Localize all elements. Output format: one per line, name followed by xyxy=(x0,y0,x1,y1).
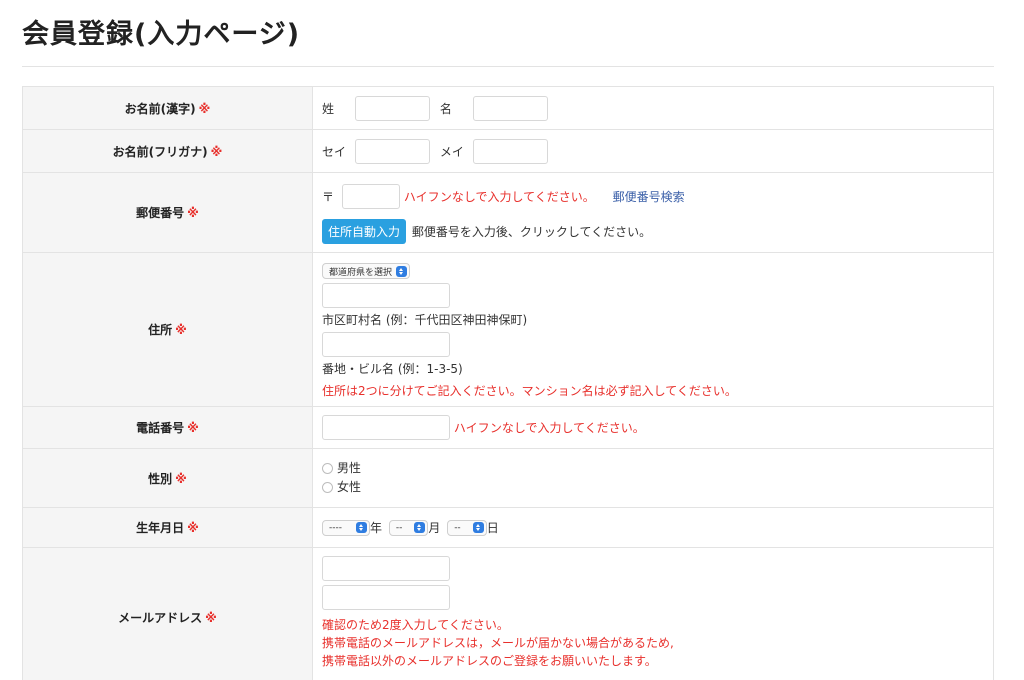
required-mark: ※ xyxy=(187,421,199,435)
gender-male-label: 男性 xyxy=(337,461,362,475)
row-label-name-kana: お名前(フリガナ) ※ xyxy=(22,129,313,173)
last-name-kana-label: セイ xyxy=(322,144,347,159)
birth-day-value: -- xyxy=(454,522,461,533)
select-arrows-icon xyxy=(472,522,484,533)
postal-prefix: 〒 xyxy=(322,189,335,204)
label-text: 生年月日 xyxy=(136,521,185,535)
row-phone: 電話番号 ※ ハイフンなしで入力してください。 xyxy=(22,406,994,449)
row-label-postal: 郵便番号 ※ xyxy=(22,172,313,253)
first-name-label: 名 xyxy=(439,101,452,116)
last-name-kana-input[interactable] xyxy=(355,138,430,164)
label-text: 住所 xyxy=(148,323,173,337)
required-mark: ※ xyxy=(187,521,199,535)
label-text: メールアドレス xyxy=(118,611,203,625)
last-name-input[interactable] xyxy=(355,95,430,121)
email-note-3: 携帯電話以外のメールアドレスのご登録をお願いいたします。 xyxy=(322,654,657,668)
birth-year-value: ---- xyxy=(329,522,342,533)
city-hint: 市区町村名 (例：千代田区神田神保町) xyxy=(322,313,528,327)
row-gender: 性別 ※ 男性 女性 xyxy=(22,448,994,508)
title-divider xyxy=(22,66,994,67)
row-label-birthdate: 生年月日 ※ xyxy=(22,507,313,548)
street-input[interactable] xyxy=(322,332,450,357)
birth-month-value: -- xyxy=(395,522,403,533)
required-mark: ※ xyxy=(187,206,199,220)
row-birthdate: 生年月日 ※ ---- 年 -- 月 -- 日 xyxy=(22,507,994,548)
gender-male-radio[interactable] xyxy=(322,463,333,474)
first-name-input[interactable] xyxy=(472,95,548,121)
year-unit: 年 xyxy=(370,521,383,535)
select-arrows-icon xyxy=(414,522,426,533)
gender-female-label: 女性 xyxy=(337,480,362,494)
registration-form-table: お名前(漢字) ※ 姓 名 お名前(フリガナ) ※ セイ メイ 郵便番号 ※ 〒 ハイ… xyxy=(22,86,994,680)
birth-month-select[interactable]: -- xyxy=(388,519,429,536)
email-note-1: 確認のため2度入力してください。 xyxy=(322,618,509,632)
row-label-gender: 性別 ※ xyxy=(22,448,313,508)
city-input[interactable] xyxy=(322,283,450,308)
email-confirm-input[interactable] xyxy=(322,585,450,610)
label-text: 郵便番号 xyxy=(136,206,185,220)
row-label-email: メールアドレス ※ xyxy=(22,547,313,680)
postal-search-link[interactable]: 郵便番号検索 xyxy=(613,184,685,210)
birth-day-select[interactable]: -- xyxy=(447,519,487,536)
prefecture-select[interactable]: 都道府県を選択 xyxy=(322,263,411,279)
required-mark: ※ xyxy=(210,144,223,159)
row-label-phone: 電話番号 ※ xyxy=(22,406,313,449)
label-text: お名前(漢字) xyxy=(124,101,196,116)
select-arrows-icon xyxy=(356,522,367,533)
row-name-kanji: お名前(漢字) ※ 姓 名 xyxy=(22,86,994,130)
select-arrows-icon xyxy=(396,265,408,277)
email-input[interactable] xyxy=(322,556,450,581)
last-name-label: 姓 xyxy=(322,101,335,116)
required-mark: ※ xyxy=(175,323,187,337)
day-unit: 日 xyxy=(486,521,499,535)
label-text: お名前(フリガナ) xyxy=(112,144,208,159)
first-name-kana-label: メイ xyxy=(439,144,464,159)
row-postal: 郵便番号 ※ 〒 ハイフンなしで入力してください。 郵便番号検索 住所自動入力 郵… xyxy=(22,172,994,253)
required-mark: ※ xyxy=(198,101,211,116)
phone-input[interactable] xyxy=(322,415,450,440)
row-name-kana: お名前(フリガナ) ※ セイ メイ xyxy=(22,129,994,173)
row-label-name-kanji: お名前(漢字) ※ xyxy=(22,86,313,130)
row-address: 住所 ※ 都道府県を選択 市区町村名 (例：千代田区神田神保町) 番地・ビル名 (… xyxy=(22,252,994,407)
first-name-kana-input[interactable] xyxy=(472,138,548,164)
postal-note: ハイフンなしで入力してください。 xyxy=(403,189,595,204)
phone-note: ハイフンなしで入力してください。 xyxy=(453,421,645,435)
email-note-2: 携帯電話のメールアドレスは，メールが届かない場合があるため, xyxy=(322,636,674,650)
birth-year-select[interactable]: ---- xyxy=(322,519,370,536)
required-mark: ※ xyxy=(175,471,187,486)
label-text: 電話番号 xyxy=(136,421,185,435)
prefecture-select-value: 都道府県を選択 xyxy=(329,267,393,278)
street-hint: 番地・ビル名 (例：1-3-5) xyxy=(322,362,463,376)
row-label-address: 住所 ※ xyxy=(22,252,313,407)
autofill-note: 郵便番号を入力後、クリックしてください。 xyxy=(411,225,652,239)
month-unit: 月 xyxy=(428,521,441,535)
postal-code-input[interactable] xyxy=(342,184,400,209)
gender-female-radio[interactable] xyxy=(322,482,333,493)
address-note: 住所は2つに分けてご記入ください。マンション名は必ず記入してください。 xyxy=(322,384,737,398)
page-title: 会員登録(入力ページ) xyxy=(22,19,301,50)
label-text: 性別 xyxy=(148,471,173,486)
required-mark: ※ xyxy=(205,611,217,625)
address-autofill-button[interactable]: 住所自動入力 xyxy=(322,219,407,244)
row-email: メールアドレス ※ 確認のため2度入力してください。 携帯電話のメールアドレスは，… xyxy=(22,547,994,680)
